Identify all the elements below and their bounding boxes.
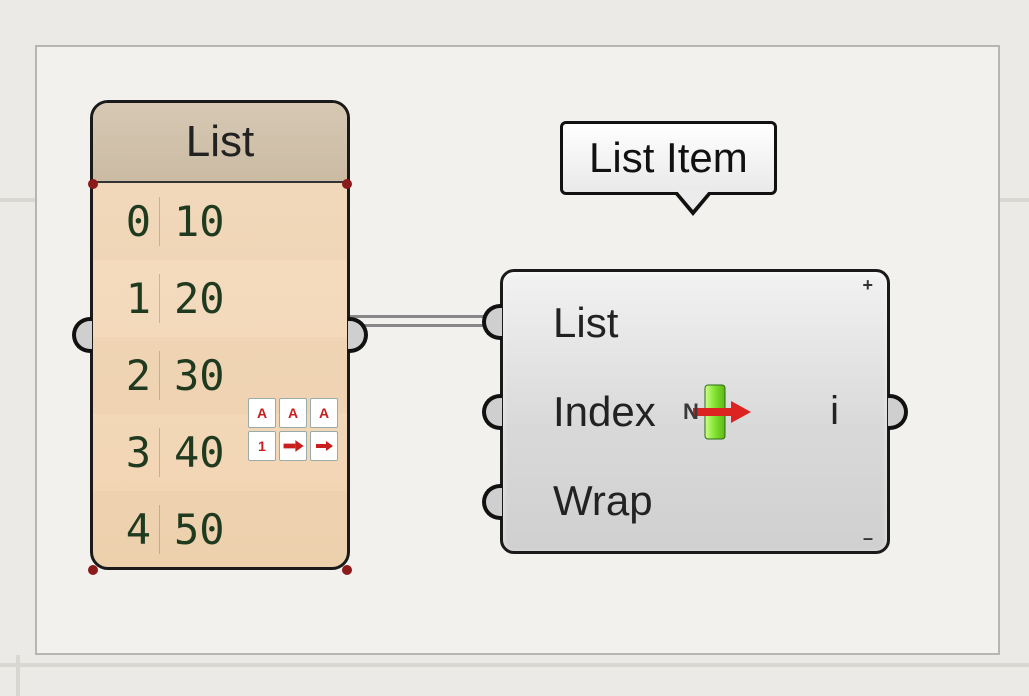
grid-line [0,663,1029,667]
panel-row: 1 20 [93,260,347,337]
input-label: Wrap [503,477,653,525]
icon-badge-n: N [683,399,699,424]
panel-rows: 0 10 1 20 2 30 3 40 4 50 [93,183,347,568]
panel-row-index: 4 [93,505,160,554]
canvas[interactable]: List 0 10 1 20 2 30 3 40 [0,0,1029,696]
grid-line [16,655,20,696]
selection-handle[interactable] [88,565,98,575]
panel-row-index: 0 [93,197,160,246]
tooltip-text: List Item [589,134,748,181]
list-item-component[interactable]: + – List Index [500,269,890,554]
input-row-list: List [503,281,887,365]
panel-row-value: 10 [160,197,225,246]
panel-row: 0 10 [93,183,347,260]
panel-row-index: 3 [93,428,160,477]
panel-node[interactable]: List 0 10 1 20 2 30 3 40 [90,100,350,570]
input-row-index: Index [503,370,887,454]
panel-body: List 0 10 1 20 2 30 3 40 [90,100,350,570]
panel-row-value: 20 [160,274,225,323]
output-label: i [830,389,839,434]
panel-row-value: 30 [160,351,225,400]
selection-handle[interactable] [88,179,98,189]
selection-handle[interactable] [342,179,352,189]
panel-title: List [93,103,347,183]
panel-row: 3 40 [93,414,347,491]
input-label: Index [503,388,656,436]
selection-handle[interactable] [342,565,352,575]
list-item-arrow-icon: N [675,381,753,443]
panel-row-index: 1 [93,274,160,323]
panel-row: 4 50 [93,491,347,568]
component-body: + – List Index [500,269,890,554]
input-row-wrap: Wrap [503,459,887,543]
panel-row-value: 40 [160,428,225,477]
input-label: List [503,299,618,347]
grid-line [1000,198,1029,202]
grid-line [0,198,35,202]
panel-row-value: 50 [160,505,225,554]
panel-row: 2 30 [93,337,347,414]
panel-row-index: 2 [93,351,160,400]
component-tooltip: List Item [560,121,777,195]
